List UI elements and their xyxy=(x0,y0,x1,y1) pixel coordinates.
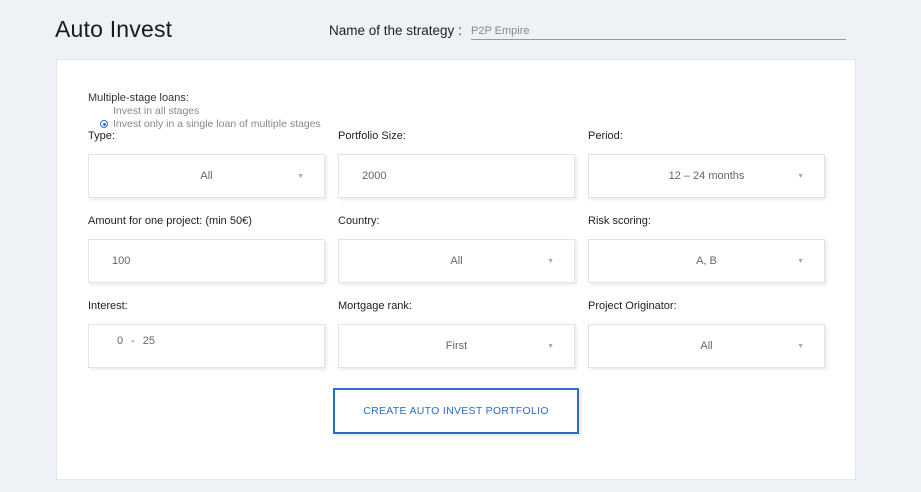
project-originator-label: Project Originator: xyxy=(588,300,677,312)
mortgage-rank-value: First xyxy=(445,340,468,352)
amount-value: 100 xyxy=(112,255,131,267)
risk-scoring-value: A, B xyxy=(696,255,717,267)
country-select[interactable]: All ▼ xyxy=(338,239,575,283)
mortgage-rank-select[interactable]: First ▼ xyxy=(338,324,575,368)
caret-down-icon: ▼ xyxy=(797,173,804,180)
period-value: 12 – 24 months xyxy=(668,170,745,182)
period-select[interactable]: 12 – 24 months ▼ xyxy=(588,154,825,198)
risk-scoring-select[interactable]: A, B ▼ xyxy=(588,239,825,283)
type-select[interactable]: All ▼ xyxy=(88,154,325,198)
radio-label: Invest in all stages xyxy=(113,105,200,117)
radio-checked-icon xyxy=(100,120,108,128)
project-originator-select[interactable]: All ▼ xyxy=(588,324,825,368)
caret-down-icon: ▼ xyxy=(547,343,554,350)
caret-down-icon: ▼ xyxy=(547,258,554,265)
portfolio-size-value: 2000 xyxy=(362,170,387,182)
portfolio-size-label: Portfolio Size: xyxy=(338,130,406,142)
interest-range[interactable]: 0 - 25 xyxy=(88,324,325,368)
portfolio-size-input[interactable]: 2000 xyxy=(338,154,575,198)
type-label: Type: xyxy=(88,130,115,142)
period-label: Period: xyxy=(588,130,623,142)
caret-down-icon: ▼ xyxy=(297,173,304,180)
amount-label: Amount for one project: (min 50€) xyxy=(88,215,252,227)
interest-min-value[interactable]: 0 xyxy=(117,335,123,347)
country-label: Country: xyxy=(338,215,380,227)
type-value: All xyxy=(200,170,213,182)
caret-down-icon: ▼ xyxy=(797,343,804,350)
strategy-name-label: Name of the strategy : xyxy=(329,23,462,38)
risk-scoring-label: Risk scoring: xyxy=(588,215,651,227)
country-value: All xyxy=(450,255,463,267)
radio-label: Invest only in a single loan of multiple… xyxy=(113,118,321,130)
strategy-name-input[interactable] xyxy=(471,22,846,40)
project-originator-value: All xyxy=(700,340,713,352)
page-title: Auto Invest xyxy=(55,16,173,42)
mortgage-rank-label: Mortgage rank: xyxy=(338,300,412,312)
radio-invest-single-loan[interactable]: Invest only in a single loan of multiple… xyxy=(100,118,321,130)
interest-label: Interest: xyxy=(88,300,128,312)
radio-invest-all-stages[interactable]: Invest in all stages xyxy=(100,105,199,117)
create-auto-invest-portfolio-button[interactable]: CREATE AUTO INVEST PORTFOLIO xyxy=(333,388,579,434)
interest-range-separator: - xyxy=(131,335,135,347)
radio-unchecked-icon xyxy=(100,107,108,115)
amount-input[interactable]: 100 xyxy=(88,239,325,283)
caret-down-icon: ▼ xyxy=(797,258,804,265)
multiple-stage-label: Multiple-stage loans: xyxy=(88,92,189,104)
interest-max-value[interactable]: 25 xyxy=(143,335,155,347)
